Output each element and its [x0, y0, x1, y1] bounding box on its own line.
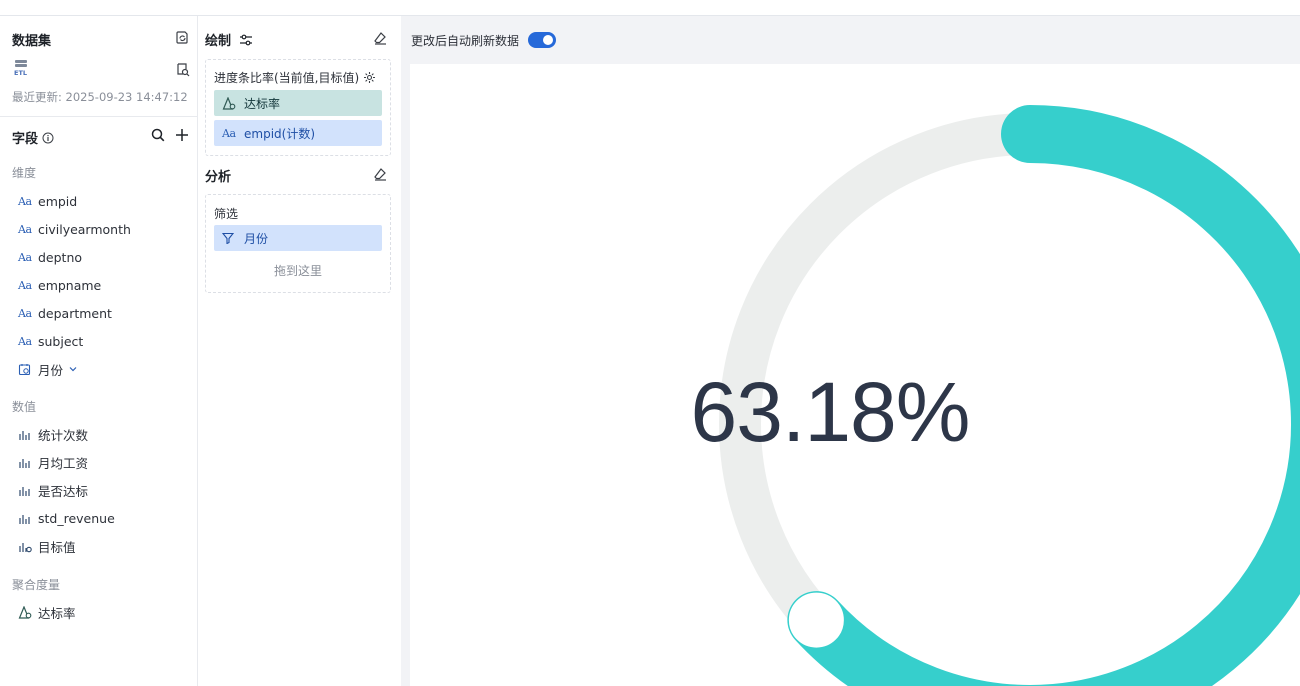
field-label: 达标率 [38, 605, 76, 621]
last-updated: 最近更新: 2025-09-23 14:47:12 [12, 90, 188, 104]
field-empid[interactable]: Aa empid [18, 190, 77, 212]
field-label: empid [38, 193, 78, 209]
auto-refresh-label: 更改后自动刷新数据 [411, 34, 520, 48]
current-value-pill[interactable]: 达标率 [214, 90, 382, 116]
text-type-icon: Aa [18, 334, 32, 348]
text-type-icon: Aa [18, 250, 32, 264]
etl-badge-text: ETL [14, 69, 27, 77]
preview-data-icon[interactable] [174, 61, 190, 77]
field-label: 目标值 [38, 539, 76, 555]
field-empname[interactable]: Aa empname [18, 274, 101, 296]
analysis-title: 分析 [205, 170, 232, 185]
toggle-knob [543, 35, 553, 45]
dataset-title: 数据集 [12, 34, 52, 49]
text-type-icon: Aa [18, 278, 32, 292]
measure-type-icon [18, 428, 34, 441]
aggregate-measure-icon [18, 605, 34, 619]
aggregate-measure-icon [222, 96, 238, 110]
filter-month-pill[interactable]: 月份 [214, 225, 382, 251]
chart-config-box: 进度条比率(当前值,目标值) 达标率 Aa empid(计数) [205, 59, 391, 156]
drop-zone-hint[interactable]: 拖到这里 [206, 262, 390, 279]
field-label: 统计次数 [38, 427, 89, 443]
filter-funnel-icon [222, 232, 238, 244]
text-type-icon: Aa [18, 222, 32, 236]
chevron-down-icon[interactable] [68, 364, 78, 374]
text-type-icon: Aa [18, 194, 32, 208]
auto-refresh-toggle[interactable] [528, 32, 556, 48]
field-is-qualified[interactable]: 是否达标 [18, 479, 88, 501]
search-icon[interactable] [150, 127, 166, 143]
chart-box-title: 进度条比率(当前值,目标值) [214, 71, 360, 85]
measure-type-icon [18, 456, 34, 469]
target-value-pill[interactable]: Aa empid(计数) [214, 120, 382, 146]
field-label: deptno [38, 249, 83, 265]
field-label: empname [38, 277, 102, 293]
fields-title: 字段 [12, 132, 39, 147]
measure-type-icon [18, 484, 34, 497]
adjust-icon[interactable] [239, 34, 253, 46]
add-field-icon[interactable] [174, 127, 190, 143]
text-type-icon: Aa [18, 306, 32, 320]
switch-dataset-icon[interactable] [174, 29, 190, 45]
draw-header: 绘制 [205, 30, 253, 49]
gauge-value-label: 63.18% [690, 365, 971, 459]
field-achievement-rate[interactable]: 达标率 [18, 601, 76, 623]
field-deptno[interactable]: Aa deptno [18, 246, 82, 268]
field-subject[interactable]: Aa subject [18, 330, 83, 352]
chart-box-header: 进度条比率(当前值,目标值) [214, 69, 376, 86]
etl-dataset-icon: ETL [13, 59, 33, 79]
info-icon[interactable] [42, 132, 54, 144]
divider [0, 116, 197, 117]
date-type-icon [18, 363, 34, 376]
field-label: 月均工资 [38, 455, 89, 471]
fields-header: 字段 [12, 128, 54, 147]
pill-label: 月份 [244, 231, 269, 246]
field-label: 是否达标 [38, 483, 89, 499]
field-target-value[interactable]: 目标值 [18, 535, 76, 557]
analysis-box: 筛选 月份 拖到这里 [205, 194, 391, 293]
text-type-icon: Aa [222, 126, 236, 140]
field-civilyearmonth[interactable]: Aa civilyearmonth [18, 218, 131, 240]
field-label: std_revenue [38, 510, 115, 526]
field-label: subject [38, 333, 84, 349]
preview-area: 更改后自动刷新数据 63.18% [401, 16, 1300, 686]
clear-analysis-icon[interactable] [372, 166, 388, 182]
field-stat-count[interactable]: 统计次数 [18, 423, 88, 445]
calculated-measure-icon [18, 540, 34, 553]
measure-group-label: 数值 [12, 400, 37, 414]
clear-draw-icon[interactable] [372, 30, 388, 46]
dataset-panel: 数据集 ETL 最近更新: 2025-09-23 14:47:12 字段 维度 … [0, 16, 198, 686]
top-bar [0, 0, 1300, 16]
field-std-revenue[interactable]: std_revenue [18, 507, 115, 529]
field-label: civilyearmonth [38, 221, 131, 237]
field-department[interactable]: Aa department [18, 302, 112, 324]
field-label: department [38, 305, 112, 321]
aggregate-group-label: 聚合度量 [12, 578, 61, 592]
config-panel: 绘制 进度条比率(当前值,目标值) 达标率 Aa empid(计数) 分析 筛选 [198, 16, 400, 686]
dimension-group-label: 维度 [12, 166, 37, 180]
field-monthly-salary[interactable]: 月均工资 [18, 451, 88, 473]
measure-type-icon [18, 512, 34, 525]
pill-label: 达标率 [244, 96, 281, 111]
field-month[interactable]: 月份 [18, 358, 78, 380]
gauge-start-marker [787, 591, 845, 649]
settings-gear-icon[interactable] [363, 71, 376, 84]
pill-label: empid(计数) [244, 126, 316, 141]
chart-canvas: 63.18% [410, 64, 1300, 686]
filter-label: 筛选 [214, 207, 239, 221]
draw-title: 绘制 [205, 34, 232, 49]
field-label: 月份 [38, 362, 64, 378]
